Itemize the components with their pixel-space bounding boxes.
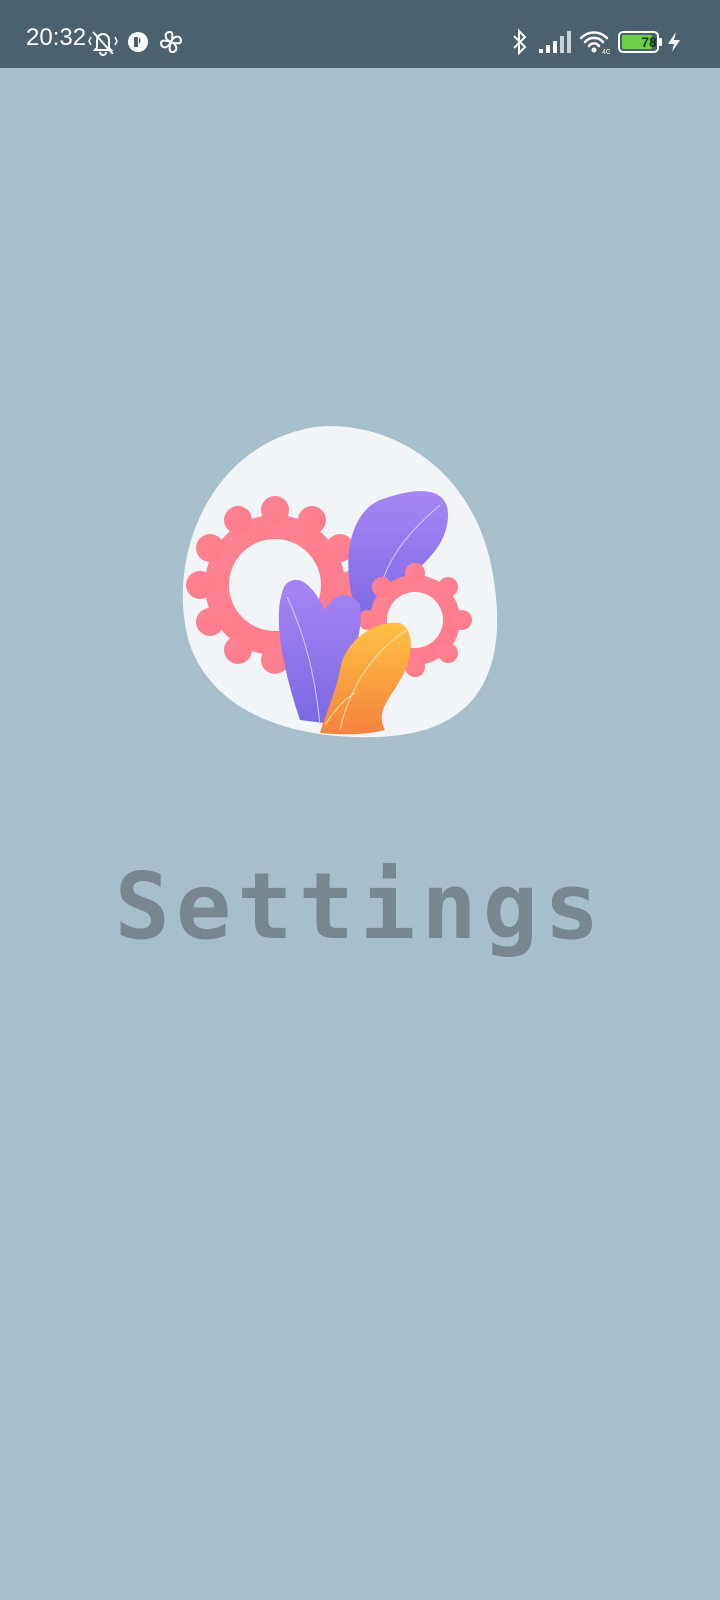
settings-illustration bbox=[182, 426, 498, 738]
wifi-icon: 4G bbox=[579, 31, 610, 56]
svg-text:4G: 4G bbox=[602, 49, 610, 56]
charging-bolt-icon bbox=[668, 32, 680, 52]
battery-level: 78 bbox=[641, 34, 657, 50]
bell-off-vibrate-icon bbox=[88, 31, 118, 56]
signal-icon bbox=[539, 31, 571, 53]
status-bar: 20:32 4G 78 bbox=[0, 0, 720, 68]
pinwheel-icon bbox=[159, 30, 183, 54]
status-time: 20:32 bbox=[26, 24, 87, 51]
circle-app-icon bbox=[128, 32, 148, 52]
bluetooth-icon bbox=[513, 28, 527, 56]
page-title: Settings bbox=[114, 853, 606, 960]
